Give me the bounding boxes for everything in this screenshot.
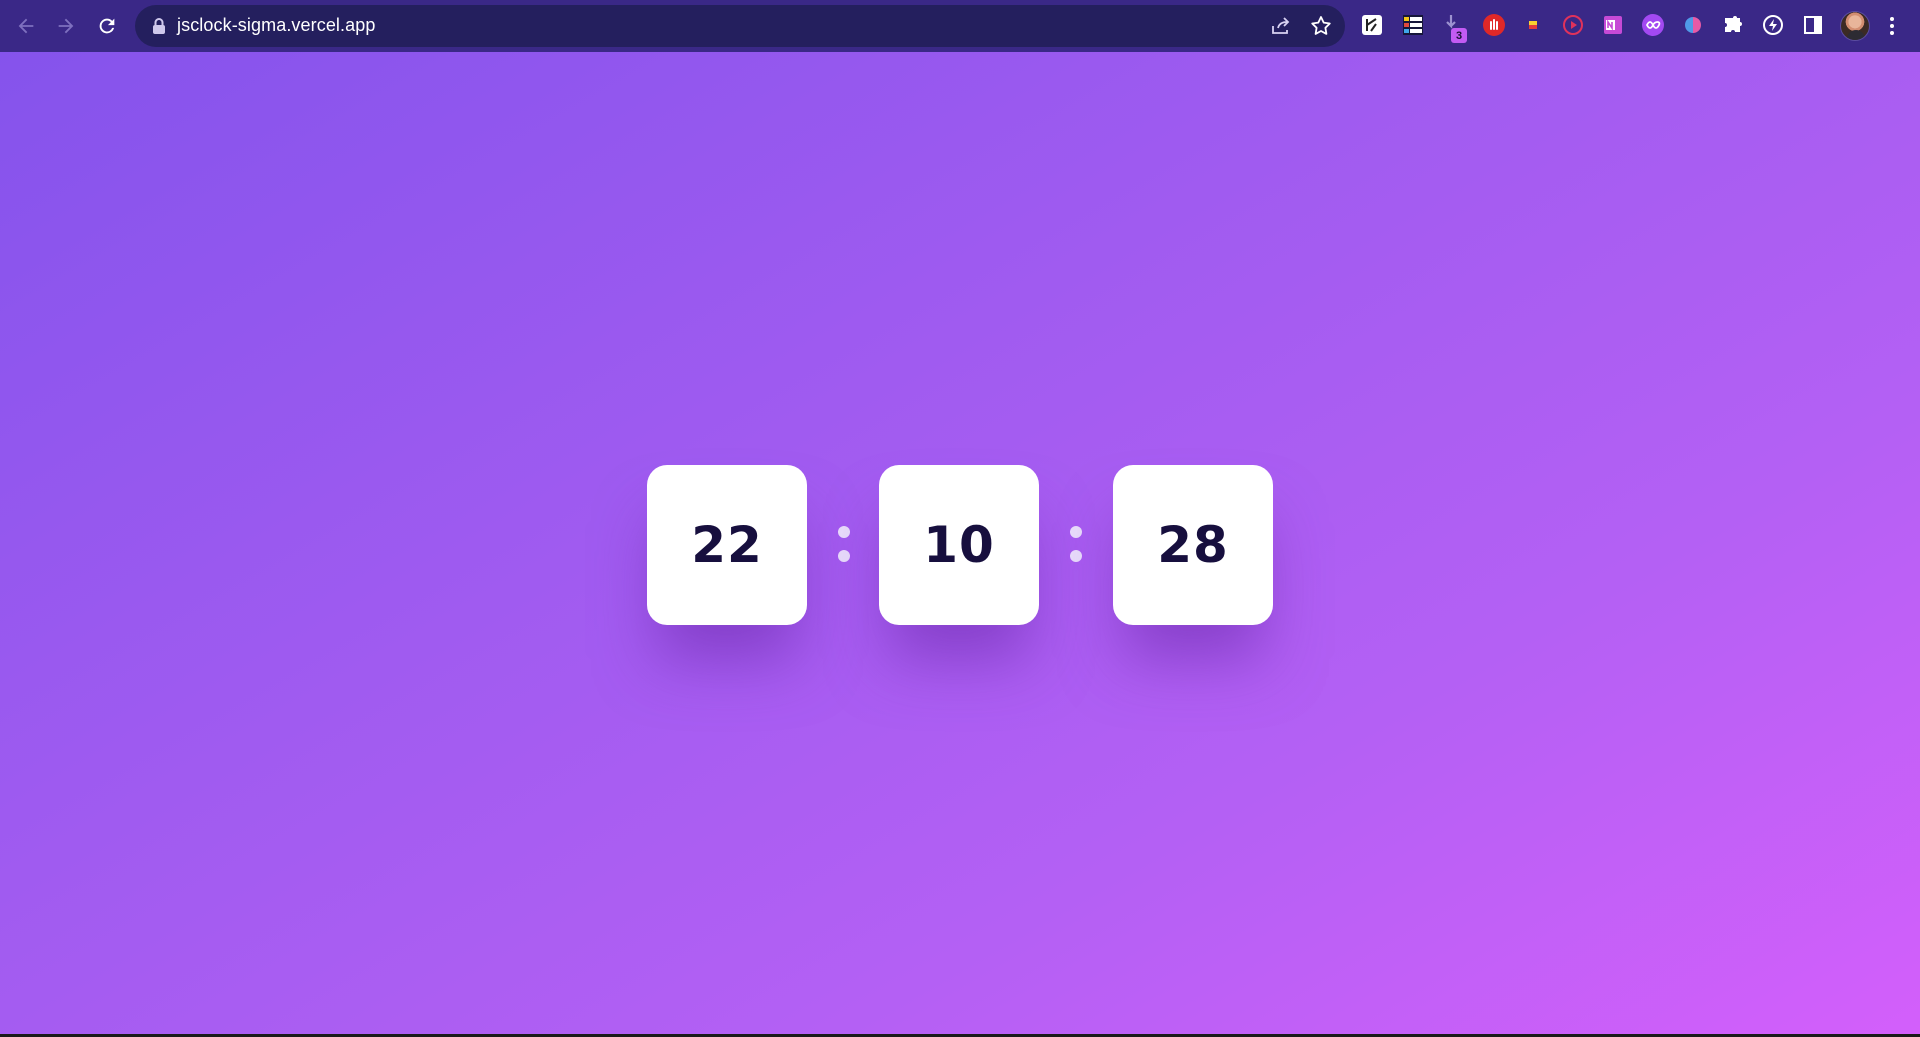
downloads-badge: 3 (1451, 28, 1467, 43)
share-icon (1272, 17, 1290, 34)
address-bar[interactable]: jsclock-sigma.vercel.app (135, 5, 1345, 47)
star-icon (1311, 16, 1331, 35)
minutes-box: 10 (879, 465, 1039, 625)
play-circle-icon (1563, 15, 1583, 35)
colon-separator (1069, 526, 1083, 566)
minutes-value: 10 (923, 516, 995, 574)
extension-player[interactable] (1560, 12, 1586, 38)
brain-icon (1685, 17, 1701, 33)
side-panel-icon (1804, 16, 1822, 34)
hours-value: 22 (691, 516, 763, 574)
url-text: jsclock-sigma.vercel.app (177, 15, 376, 35)
back-button[interactable] (6, 6, 46, 46)
extension-grid[interactable] (1400, 12, 1426, 38)
avatar-figure (1847, 30, 1865, 40)
infinity-icon (1642, 14, 1664, 36)
extensions-puzzle-icon (1725, 16, 1742, 32)
lock-icon (153, 18, 165, 34)
reload-icon (99, 18, 115, 34)
extension-stop[interactable] (1481, 12, 1507, 38)
seconds-value: 28 (1157, 516, 1229, 574)
extension-brain[interactable] (1680, 12, 1706, 38)
profile-avatar[interactable] (1840, 11, 1870, 41)
grid-extension-icon (1403, 15, 1423, 35)
onenote-icon (1604, 16, 1622, 34)
flag-extension-icon (1529, 21, 1537, 29)
bookmark-button[interactable] (1309, 14, 1333, 38)
extension-bolt[interactable] (1760, 12, 1786, 38)
clock-page: 22 10 28 (0, 52, 1920, 1034)
notes-extension-icon (1362, 15, 1382, 35)
colon-separator (837, 526, 851, 566)
share-button[interactable] (1269, 14, 1293, 38)
browser-toolbar: jsclock-sigma.vercel.app 3 (0, 0, 1920, 52)
forward-icon (58, 18, 74, 34)
extension-infinity[interactable] (1640, 12, 1666, 38)
extension-onenote[interactable] (1600, 12, 1626, 38)
stop-hand-icon (1483, 14, 1505, 36)
extensions-button[interactable] (1720, 12, 1746, 38)
seconds-box: 28 (1113, 465, 1273, 625)
forward-button[interactable] (46, 6, 86, 46)
back-icon (18, 18, 34, 34)
lightning-circle-icon (1763, 15, 1783, 35)
extension-notes[interactable] (1359, 12, 1385, 38)
digital-clock: 22 10 28 (647, 465, 1273, 625)
hours-box: 22 (647, 465, 807, 625)
more-menu-icon[interactable] (1882, 13, 1902, 39)
reload-button[interactable] (87, 6, 127, 46)
side-panel-button[interactable] (1800, 12, 1826, 38)
extension-flag[interactable] (1520, 12, 1546, 38)
